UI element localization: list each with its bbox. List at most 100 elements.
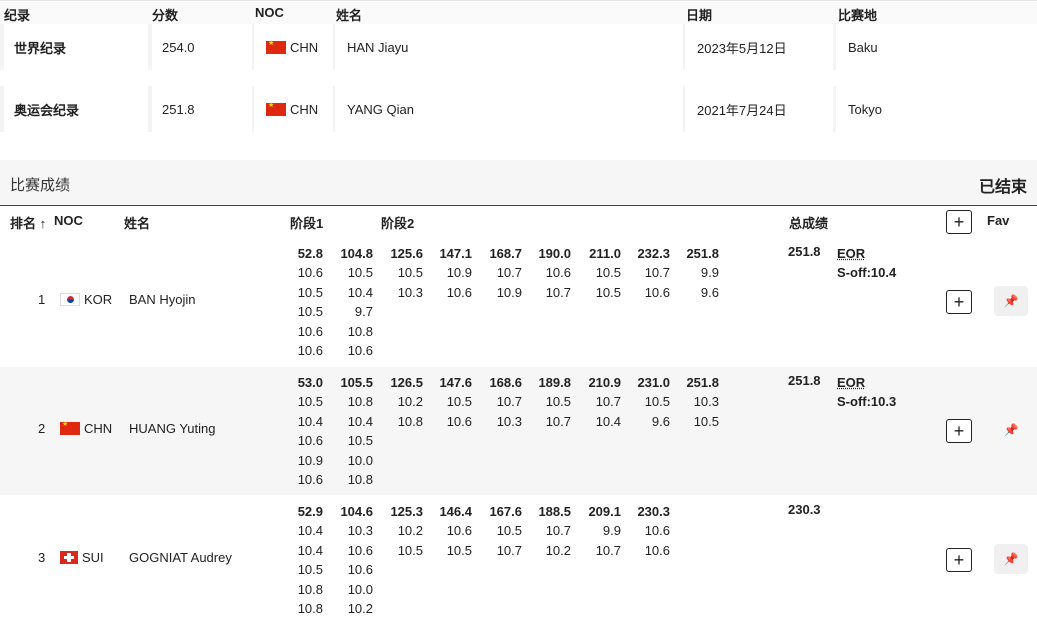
cumulative-score: 167.6 <box>489 504 522 519</box>
col-noc: NOC <box>54 213 83 228</box>
series-column: 232.3 10.7 10.6 <box>622 244 670 302</box>
athlete-noc-code: CHN <box>84 421 113 436</box>
series-column: 209.1 9.9 10.7 <box>573 502 621 560</box>
record-noc-code: CHN <box>290 39 319 55</box>
shot-score: 10.7 <box>496 542 522 558</box>
col-rank-sort[interactable]: 排名 ↑ <box>10 213 46 232</box>
records-header: 纪录 分数 NOC 姓名 日期 比赛地 <box>0 0 1037 24</box>
shot-score: 9.9 <box>602 523 621 539</box>
series-column: 147.6 10.5 10.6 <box>424 373 472 431</box>
cumulative-score: 104.8 <box>340 246 373 261</box>
athlete-total: 251.8 <box>788 244 821 259</box>
series-column: 126.5 10.2 10.8 <box>375 373 423 431</box>
record-row-world: 世界纪录 254.0 CHN HAN Jiayu 2023年5月12日 Baku <box>0 24 1037 70</box>
shot-score: 10.5 <box>644 394 670 410</box>
shot-score: 10.6 <box>347 542 373 558</box>
series-column: 52.9 10.4 10.4 10.5 10.8 10.8 <box>275 502 323 618</box>
series-column: 104.8 10.5 10.4 9.7 10.8 10.6 <box>325 244 373 360</box>
shot-score: 10.6 <box>297 343 323 359</box>
cumulative-score: 168.6 <box>489 375 522 390</box>
shot-score: 10.9 <box>446 265 472 281</box>
results-column-header: 排名 ↑ NOC 姓名 阶段1 阶段2 总成绩 + Fav <box>0 206 1037 238</box>
shot-score: 10.5 <box>347 265 373 281</box>
china-flag-icon <box>266 39 286 54</box>
series-column: 146.4 10.6 10.5 <box>424 502 472 560</box>
cumulative-score: 52.9 <box>297 504 323 519</box>
col-stage2: 阶段2 <box>381 216 415 231</box>
athlete-name[interactable]: GOGNIAT Audrey <box>129 550 232 565</box>
expand-row-button[interactable]: + <box>946 290 972 314</box>
cumulative-score: 190.0 <box>538 246 571 261</box>
china-flag-icon <box>266 101 286 116</box>
series-column: 189.8 10.5 10.7 <box>523 373 571 431</box>
shot-score: 10.5 <box>595 265 621 281</box>
athlete-total: 251.8 <box>788 373 821 388</box>
shot-score: 10.7 <box>595 542 621 558</box>
shot-score: 10.5 <box>297 304 323 320</box>
col-name: 姓名 <box>336 8 363 23</box>
expand-row-button[interactable]: + <box>946 419 972 443</box>
cumulative-score: 230.3 <box>637 504 670 519</box>
shot-score: 10.2 <box>545 542 571 558</box>
shot-score: 10.4 <box>297 413 323 429</box>
athlete-rank: 1 <box>38 292 46 307</box>
series-column: 167.6 10.5 10.7 <box>474 502 522 560</box>
shot-score: 10.4 <box>297 542 323 558</box>
athlete-remark: EOR S-off:10.4 <box>837 244 896 282</box>
shot-score: 10.6 <box>644 284 670 300</box>
shot-score: 10.2 <box>347 601 373 617</box>
series-column: 188.5 10.7 10.2 <box>523 502 571 560</box>
record-noc-code: CHN <box>290 101 319 117</box>
shot-score: 10.5 <box>595 284 621 300</box>
cumulative-score: 232.3 <box>637 246 670 261</box>
add-all-button[interactable]: + <box>946 210 972 234</box>
series-column: 105.5 10.8 10.4 10.5 10.0 10.8 <box>325 373 373 489</box>
chn-flag-icon <box>60 420 80 435</box>
athlete-name[interactable]: BAN Hyojin <box>129 292 195 307</box>
shot-score: 10.7 <box>545 284 571 300</box>
series-column: 251.8 10.3 10.5 <box>671 373 719 431</box>
eor-label: EOR <box>837 246 866 261</box>
series-column: 53.0 10.5 10.4 10.6 10.9 10.6 <box>275 373 323 489</box>
athlete-noc-code: SUI <box>82 550 104 565</box>
athlete-name[interactable]: HUANG Yuting <box>129 421 215 436</box>
col-venue: 比赛地 <box>838 8 878 23</box>
cumulative-score: 210.9 <box>588 375 621 390</box>
shot-score: 9.6 <box>651 413 670 429</box>
pin-icon[interactable]: 📌 <box>994 544 1028 574</box>
shoot-off-score: S-off:10.3 <box>837 394 897 409</box>
shot-score: 10.6 <box>545 265 571 281</box>
record-athlete[interactable]: YANG Qian <box>335 86 683 132</box>
shot-score: 10.7 <box>496 265 522 281</box>
cumulative-score: 52.8 <box>297 246 323 261</box>
series-column: 230.3 10.6 10.6 <box>622 502 670 560</box>
shot-score: 10.8 <box>297 601 323 617</box>
cumulative-score: 251.8 <box>686 246 719 261</box>
athlete-remark: EOR S-off:10.3 <box>837 373 896 411</box>
cumulative-score: 125.3 <box>390 504 423 519</box>
shot-score: 10.3 <box>347 523 373 539</box>
cumulative-score: 189.8 <box>538 375 571 390</box>
pin-icon[interactable]: 📌 <box>994 415 1028 445</box>
series-column: 231.0 10.5 9.6 <box>622 373 670 431</box>
athlete-noc: CHN <box>60 420 113 436</box>
shot-score: 10.5 <box>397 542 423 558</box>
series-column: 190.0 10.6 10.7 <box>523 244 571 302</box>
expand-row-button[interactable]: + <box>946 548 972 572</box>
shot-score: 10.0 <box>347 452 373 468</box>
shot-score: 10.7 <box>595 394 621 410</box>
series-column: 52.8 10.6 10.5 10.5 10.6 10.6 <box>275 244 323 360</box>
athlete-total: 230.3 <box>788 502 821 517</box>
record-noc: CHN <box>254 86 333 132</box>
shot-score: 10.6 <box>297 433 323 449</box>
shot-score: 9.7 <box>354 304 373 320</box>
series-column: 168.6 10.7 10.3 <box>474 373 522 431</box>
record-athlete[interactable]: HAN Jiayu <box>335 24 683 70</box>
shot-score: 10.6 <box>297 472 323 488</box>
shot-score: 10.6 <box>297 265 323 281</box>
table-row: 1 KOR BAN Hyojin 52.8 10.6 10.5 10.5 10.6 10.6 10… <box>0 238 1037 366</box>
cumulative-score: 125.6 <box>390 246 423 261</box>
col-total: 总成绩 <box>789 216 829 231</box>
pin-icon[interactable]: 📌 <box>994 286 1028 316</box>
athlete-rank: 2 <box>38 421 46 436</box>
